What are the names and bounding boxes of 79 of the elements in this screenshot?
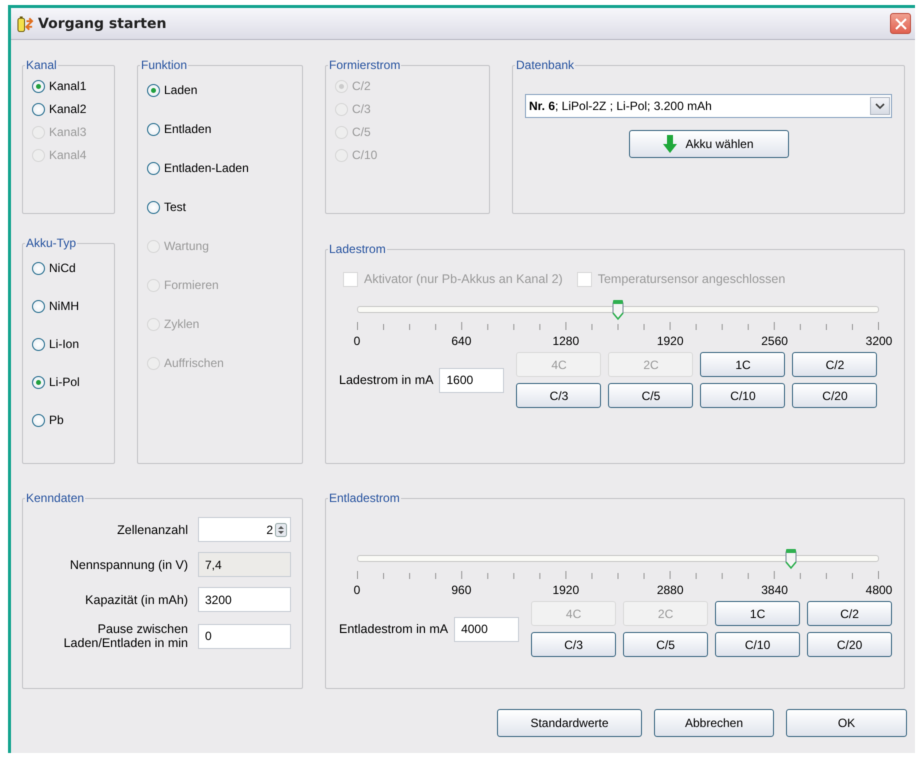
radio-circle[interactable]	[32, 414, 45, 426]
input-field[interactable]: 3200	[198, 587, 291, 612]
preset-button[interactable]: C/3	[531, 632, 616, 657]
preset-button[interactable]: C/3	[516, 383, 602, 408]
radio-circle[interactable]	[147, 162, 160, 174]
radio-circle[interactable]	[32, 376, 45, 388]
input-field[interactable]: 0	[198, 624, 291, 648]
preset-button[interactable]: 1C	[715, 601, 800, 626]
dialog-button[interactable]: Standardwerte	[497, 709, 642, 737]
radio-circle[interactable]	[32, 80, 45, 92]
preset-button[interactable]: C/2	[792, 352, 878, 377]
scale-label: 0	[354, 583, 360, 597]
group-title: Akku-Typ	[25, 236, 78, 250]
scale-label: 2880	[656, 583, 684, 597]
dialog-button[interactable]: OK	[786, 709, 907, 737]
radio-option[interactable]: Laden	[147, 82, 302, 98]
preset-button[interactable]: C/5	[608, 383, 694, 408]
radio-circle[interactable]	[32, 262, 45, 274]
field-label: Pause zwischen Laden/Entladen in min	[62, 622, 188, 650]
scale-label: 1920	[656, 334, 684, 348]
window-title: Vorgang starten	[38, 16, 168, 32]
scale-label: 1920	[552, 583, 580, 597]
group-title: Funktion	[140, 58, 188, 72]
group-title: Entladestrom	[328, 491, 401, 505]
slider-thumb[interactable]	[785, 548, 798, 570]
close-icon	[894, 18, 906, 30]
field-label: Kapazität (in mAh)	[84, 592, 188, 606]
preset-button[interactable]: 1C	[700, 352, 786, 377]
current-input[interactable]: 4000	[454, 616, 520, 642]
scale-label: 0	[354, 334, 360, 348]
radio-option[interactable]: Li-Pol	[32, 374, 114, 390]
radio-option[interactable]: NiCd	[32, 260, 114, 276]
preset-button[interactable]: C/20	[807, 632, 892, 657]
preset-button[interactable]: C/20	[792, 383, 878, 408]
close-button[interactable]	[890, 13, 911, 34]
scale-label: 1280	[552, 334, 580, 348]
radio-circle[interactable]	[32, 300, 45, 312]
preset-button[interactable]: C/2	[807, 601, 892, 626]
field-label: Entladestrom in mA	[339, 622, 448, 636]
spin-field[interactable]: 2	[198, 517, 291, 542]
scale-label: 3840	[761, 583, 788, 597]
down-arrow-icon	[663, 135, 678, 153]
field-label: Ladestrom in mA	[339, 373, 434, 387]
radio-option[interactable]: Pb	[32, 412, 114, 428]
scale-label: 2560	[761, 334, 788, 348]
radio-circle[interactable]	[147, 84, 160, 96]
scale-label: 640	[451, 334, 472, 348]
group-title: Kanal	[25, 58, 58, 72]
radio-circle[interactable]	[147, 200, 160, 214]
choose-battery-button[interactable]: Akku wählen	[628, 130, 788, 158]
dialog-button[interactable]: Abbrechen	[654, 709, 774, 737]
preset-button[interactable]: C/5	[623, 632, 708, 657]
radio-option[interactable]: Entladen	[147, 121, 302, 137]
group-title: Ladestrom	[328, 242, 387, 256]
radio-option[interactable]: Li-Ion	[32, 336, 114, 352]
radio-circle[interactable]	[32, 338, 45, 350]
battery-icon	[17, 14, 34, 32]
preset-button[interactable]: C/10	[715, 632, 800, 657]
radio-option[interactable]: Entladen-Laden	[147, 160, 302, 176]
radio-circle[interactable]	[147, 122, 160, 136]
readonly-field: 7,4	[198, 552, 291, 577]
spin-arrows-icon[interactable]	[275, 522, 287, 536]
field-label: Nennspannung (in V)	[68, 558, 188, 572]
group-title: Datenbank	[515, 58, 576, 72]
group-title: Formierstrom	[328, 58, 402, 72]
field-label: Zellenanzahl	[116, 522, 188, 536]
scale-label: 4800	[866, 583, 892, 597]
radio-option[interactable]: Kanal2	[32, 101, 114, 117]
group-title: Kenndaten	[25, 491, 86, 505]
radio-option[interactable]: Kanal1	[32, 78, 114, 94]
preset-button[interactable]: C/10	[700, 383, 786, 408]
scale-label: 3200	[866, 334, 892, 348]
radio-option[interactable]: NiMH	[32, 298, 114, 314]
slider-thumb[interactable]	[612, 299, 624, 321]
scale-label: 960	[451, 583, 472, 597]
current-input[interactable]: 1600	[439, 368, 504, 392]
radio-circle[interactable]	[32, 102, 45, 116]
radio-option[interactable]: Test	[147, 199, 302, 215]
dropdown[interactable]: Nr. 6; LiPol-2Z ; Li-Pol; 3.200 mAh	[525, 94, 892, 118]
